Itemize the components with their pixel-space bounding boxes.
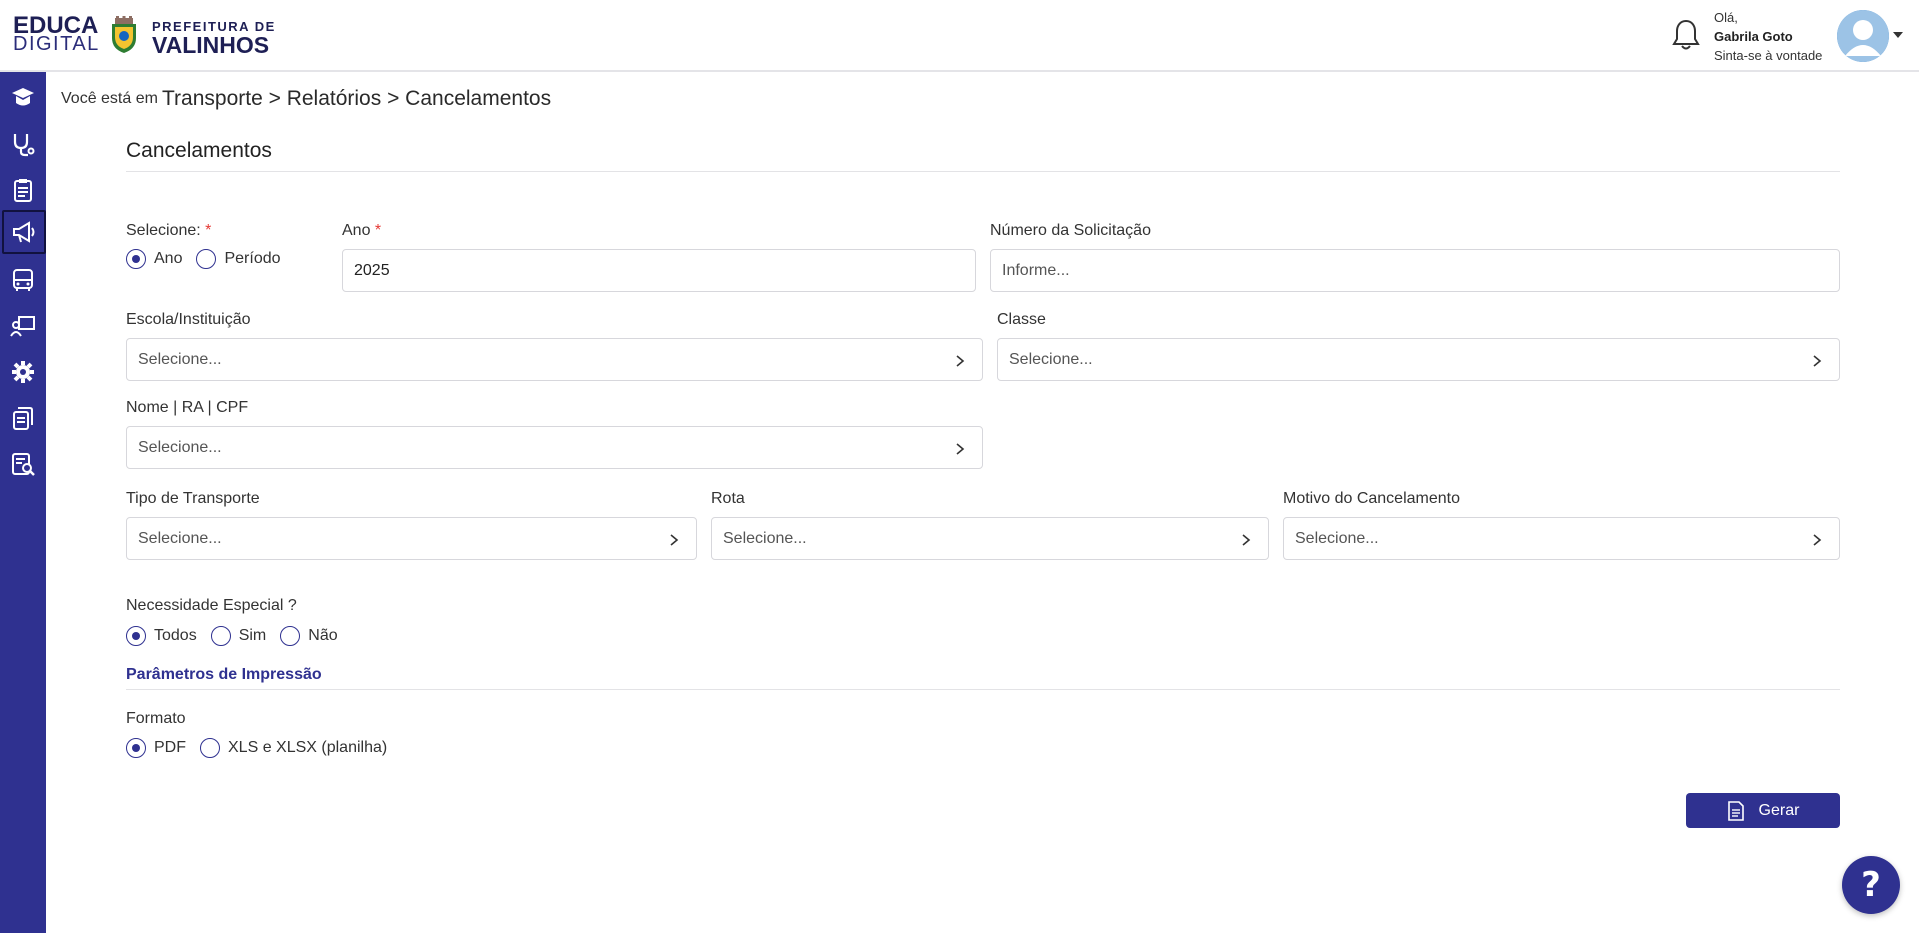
chevron-right-icon [956, 443, 965, 455]
chevron-right-icon [956, 355, 965, 367]
radio-todos[interactable]: Todos [126, 626, 197, 646]
necessidade-especial-label: Necessidade Especial ? [126, 597, 297, 614]
classe-label: Classe [997, 311, 1046, 328]
tipo-transporte-select[interactable]: Selecione... [126, 517, 697, 560]
radio-nao-dot[interactable] [280, 626, 301, 646]
sidebar-item-documents[interactable] [0, 396, 46, 440]
radio-todos-dot[interactable] [126, 626, 146, 646]
sidebar-item-clipboard[interactable] [0, 168, 46, 212]
print-params-divider [126, 689, 1840, 690]
escola-select[interactable]: Selecione... [126, 338, 983, 381]
rota-label: Rota [711, 490, 745, 507]
top-header: EDUCA DIGITAL PREFEITURA DE VALINHOS Olá… [0, 0, 1919, 72]
radio-sim-dot[interactable] [210, 626, 231, 646]
escola-label: Escola/Instituição [126, 311, 251, 328]
formato-radio-group: PDF XLS e XLSX (planilha) [126, 738, 401, 758]
sidebar-item-health[interactable] [0, 122, 46, 166]
gerar-button[interactable]: Gerar [1686, 793, 1840, 828]
radio-xls-dot[interactable] [200, 738, 220, 758]
sidebar-item-education[interactable] [0, 76, 46, 120]
chevron-right-icon [1242, 534, 1251, 546]
avatar[interactable] [1837, 10, 1889, 62]
chevron-right-icon [1813, 355, 1822, 367]
rota-select[interactable]: Selecione... [711, 517, 1269, 560]
document-icon [1727, 800, 1744, 821]
user-avatar-icon [1837, 10, 1889, 62]
radio-ano[interactable]: Ano [126, 249, 182, 269]
breadcrumb: Transporte > Relatórios > Cancelamentos [162, 87, 552, 110]
graduation-icon [12, 88, 34, 106]
print-params-title: Parâmetros de Impressão [126, 666, 322, 683]
prefeitura-valinhos-logo: PREFEITURA DE VALINHOS [152, 19, 276, 58]
sidebar-item-communication[interactable] [2, 210, 46, 254]
motivo-cancelamento-label: Motivo do Cancelamento [1283, 490, 1460, 507]
sidebar-item-transport[interactable] [0, 258, 46, 302]
radio-nao[interactable]: Não [280, 626, 338, 646]
numero-solicitacao-label: Número da Solicitação [990, 222, 1151, 239]
numero-solicitacao-input[interactable]: Informe... [990, 249, 1840, 292]
page-title: Cancelamentos [126, 139, 272, 162]
teacher-board-icon [10, 316, 35, 337]
radio-periodo[interactable]: Período [196, 249, 281, 269]
bus-icon [13, 269, 33, 291]
nome-ra-cpf-label: Nome | RA | CPF [126, 399, 249, 416]
selecione-radio-group: Ano Período [126, 249, 295, 269]
tipo-transporte-label: Tipo de Transporte [126, 490, 260, 507]
motivo-cancelamento-select[interactable]: Selecione... [1283, 517, 1840, 560]
sidebar-item-reports[interactable] [0, 442, 46, 486]
question-icon: ? [1861, 865, 1881, 905]
radio-pdf-dot[interactable] [126, 738, 146, 758]
bell-icon[interactable] [1670, 18, 1702, 52]
radio-xls[interactable]: XLS e XLSX (planilha) [200, 738, 387, 758]
sidebar-item-settings[interactable] [0, 350, 46, 394]
stethoscope-icon [13, 134, 35, 157]
sidebar [0, 72, 46, 933]
megaphone-icon [13, 221, 35, 243]
radio-sim[interactable]: Sim [210, 626, 266, 646]
chevron-down-icon[interactable] [1893, 32, 1903, 38]
clipboard-icon [14, 179, 32, 202]
ano-label: Ano * [342, 222, 382, 239]
nome-ra-cpf-select[interactable]: Selecione... [126, 426, 983, 469]
selecione-label: Selecione: * [126, 222, 212, 239]
report-search-icon [12, 453, 35, 476]
gear-icon [12, 361, 34, 383]
necessidade-radio-group: Todos Sim Não [126, 626, 352, 646]
user-greeting: Olá, Gabrila Goto Sinta-se à vontade [1714, 10, 1823, 63]
chevron-right-icon [670, 534, 679, 546]
radio-periodo-dot[interactable] [196, 249, 217, 269]
help-button[interactable]: ? [1842, 856, 1900, 914]
chevron-right-icon [1813, 534, 1822, 546]
ano-field[interactable]: 2025 [342, 249, 976, 292]
radio-ano-dot[interactable] [126, 249, 146, 269]
classe-select[interactable]: Selecione... [997, 338, 1840, 381]
formato-label: Formato [126, 710, 186, 727]
breadcrumb-prefix: Você está em [61, 90, 158, 107]
valinhos-crest-icon [112, 16, 136, 53]
documents-icon [13, 407, 33, 430]
user-name: Gabrila Goto [1714, 29, 1793, 44]
title-divider [126, 171, 1840, 172]
sidebar-item-teacher[interactable] [0, 304, 46, 348]
educa-digital-logo: EDUCA DIGITAL [13, 12, 100, 55]
radio-pdf[interactable]: PDF [126, 738, 186, 758]
